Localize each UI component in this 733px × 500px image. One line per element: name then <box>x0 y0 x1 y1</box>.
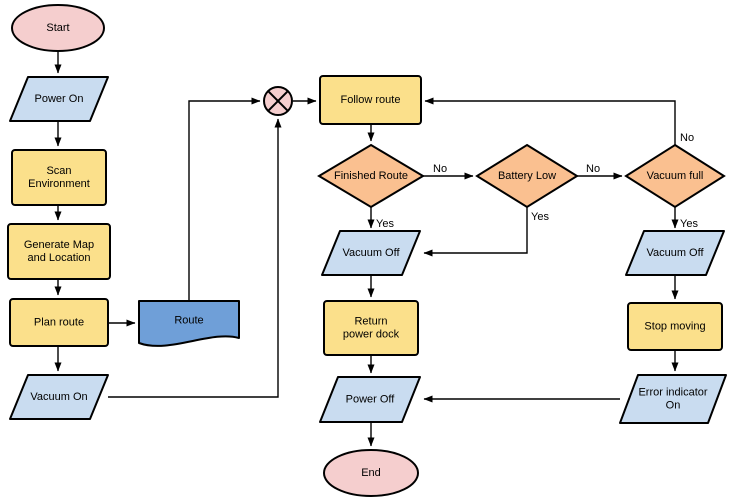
node-label-battery: Battery Low <box>498 170 556 182</box>
node-stop-moving[interactable]: Stop moving <box>627 302 723 351</box>
node-scan[interactable]: Scan Environment <box>11 149 107 206</box>
nodes-layer: Start Power On Scan Environment Generate Map… <box>7 4 727 497</box>
node-power-off[interactable]: Power Off <box>319 376 421 423</box>
node-label-vac-off-rt: Vacuum Off <box>646 247 704 259</box>
edge-label-lbl-finished-yes: Yes <box>376 218 394 230</box>
node-label-power-off: Power Off <box>346 393 396 405</box>
edge-label-lbl-battery-yes: Yes <box>531 211 549 223</box>
node-label-plan-route: Plan route <box>34 316 84 328</box>
node-vac-full[interactable]: Vacuum full <box>624 143 726 209</box>
node-vacuum-on[interactable]: Vacuum On <box>9 374 109 420</box>
edge-label-lbl-battery-no: No <box>586 163 600 175</box>
edge-route-doc-to-junction <box>188 97 261 301</box>
edge-vacuum-on-to-junction <box>108 118 282 398</box>
node-label-vac-off-mid: Vacuum Off <box>342 247 400 259</box>
node-power-on[interactable]: Power On <box>9 76 109 122</box>
node-label-start: Start <box>46 22 69 34</box>
node-vac-off-rt[interactable]: Vacuum Off <box>625 230 725 276</box>
node-finished[interactable]: Finished Route <box>317 143 425 209</box>
flowchart-diagram: Start Power On Scan Environment Generate Map… <box>0 0 733 500</box>
node-gen-map[interactable]: Generate Map and Location <box>7 223 111 280</box>
node-battery[interactable]: Battery Low <box>475 143 579 209</box>
node-label-gen-map: Generate Map and Location <box>24 239 94 264</box>
node-error-ind[interactable]: Error indicator On <box>619 374 727 424</box>
node-label-end: End <box>361 467 381 479</box>
node-label-vac-full: Vacuum full <box>647 170 704 182</box>
node-return-dock[interactable]: Return power dock <box>323 300 419 356</box>
node-label-power-on: Power On <box>35 93 84 105</box>
node-route-doc[interactable]: Route <box>138 300 240 347</box>
edge-label-lbl-vacfull-no: No <box>680 132 694 144</box>
node-end[interactable]: End <box>323 449 419 497</box>
edge-label-lbl-finished-no: No <box>433 163 447 175</box>
node-label-stop-moving: Stop moving <box>644 320 705 332</box>
node-junction[interactable] <box>263 86 293 116</box>
node-label-route-doc: Route <box>174 314 203 326</box>
node-start[interactable]: Start <box>11 4 105 52</box>
node-plan-route[interactable]: Plan route <box>9 298 109 347</box>
node-follow-route[interactable]: Follow route <box>319 75 422 125</box>
node-vac-off-mid[interactable]: Vacuum Off <box>321 230 421 276</box>
node-label-follow-route: Follow route <box>341 94 401 106</box>
edge-vac-full-to-follow-route <box>424 97 676 145</box>
edge-label-lbl-vacfull-yes: Yes <box>680 218 698 230</box>
edge-battery-to-vac-off-mid <box>423 207 528 257</box>
node-label-vacuum-on: Vacuum On <box>30 391 87 403</box>
node-label-finished: Finished Route <box>334 170 408 182</box>
